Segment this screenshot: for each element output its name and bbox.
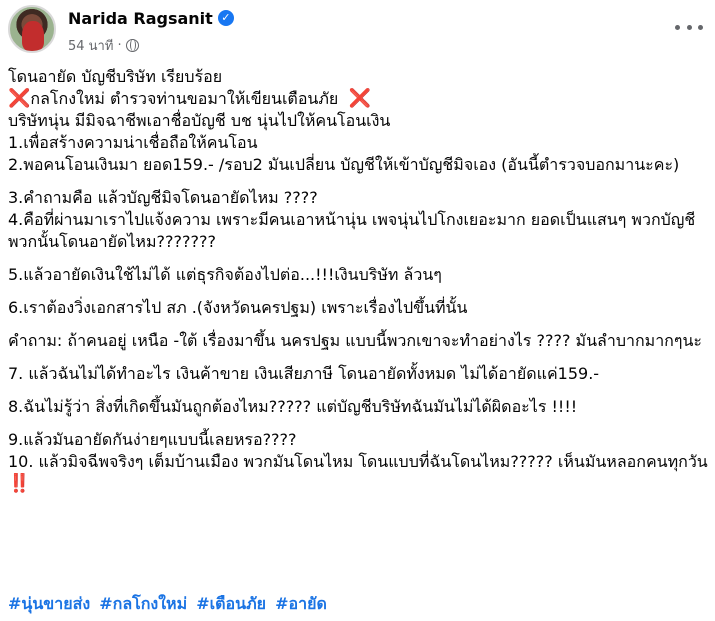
verified-badge-icon: ✓ — [217, 10, 234, 26]
cross-mark-icon: ❌ — [8, 88, 31, 109]
post-header: Narida Ragsanit ✓ 54 นาที · — [8, 5, 707, 59]
post-line: โดนอายัด บัญชีบริษัท เรียบร้อย — [8, 67, 223, 86]
cross-mark-icon: ❌ — [348, 88, 371, 109]
post-line: ❌กลโกงใหม่ ตำรวจท่านขอมาให้เขียนเตือนภัย… — [8, 88, 708, 110]
post-line: 5.แล้วอายัดเงินใช้ไม่ได้ แต่ธุรกิจต้องไป… — [8, 265, 442, 284]
post-line: 3.คำถามคือ แล้วบัญชีมิจโดนอายัดไหม ???? — [8, 188, 318, 207]
facebook-post: Narida Ragsanit ✓ 54 นาที · โดนอายัด บัญ… — [0, 0, 715, 621]
post-line-text: 10. แล้วมิจฉีพจริงๆ เต็มบ้านเมือง พวกมัน… — [8, 452, 708, 471]
post-timestamp[interactable]: 54 นาที — [68, 35, 113, 56]
globe-icon[interactable] — [125, 38, 139, 52]
post-line: 6.เราต้องวิ่งเอกสารไป สภ .(จังหวัดนครปฐม… — [8, 298, 468, 317]
post-line: 10. แล้วมิจฉีพจริงๆ เต็มบ้านเมือง พวกมัน… — [8, 451, 708, 495]
author-avatar[interactable] — [8, 5, 56, 53]
post-line: 8.ฉันไม่รู้ว่า สิ่งที่เกิดขึ้นมันถูกต้อง… — [8, 397, 578, 416]
more-options-button[interactable] — [675, 17, 703, 37]
post-line-text: กลโกงใหม่ ตำรวจท่านขอมาให้เขียนเตือนภัย — [30, 89, 339, 108]
hashtag-row: #นุ่นขายส่ง #กลโกงใหม่ #เตือนภัย #อายัด — [8, 593, 708, 615]
post-meta: 54 นาที · — [68, 35, 139, 55]
post-line: บริษัทนุ่น มีมิจฉาชีพเอาชื่อบัญชี บช นุ่… — [8, 111, 391, 130]
hashtag-link[interactable]: #นุ่นขายส่ง — [8, 594, 90, 613]
double-exclamation-icon: ‼️ — [8, 473, 31, 494]
meta-separator: · — [117, 37, 122, 53]
post-line: 7. แล้วฉันไม่ได้ทำอะไร เงินค้าขาย เงินเส… — [8, 364, 600, 383]
post-line: คำถาม: ถ้าคนอยู่ เหนือ -ใต้ เรื่องมาขึ้น… — [8, 331, 702, 350]
hashtag-link[interactable]: #อายัด — [275, 594, 327, 613]
hashtag-link[interactable]: #กลโกงใหม่ — [99, 594, 187, 613]
more-options-icon — [675, 24, 680, 30]
author-row: Narida Ragsanit ✓ — [68, 6, 234, 30]
post-body: โดนอายัด บัญชีบริษัท เรียบร้อย ❌กลโกงใหม… — [8, 66, 708, 495]
author-name[interactable]: Narida Ragsanit — [68, 9, 213, 28]
post-line: 1.เพื่อสร้างความน่าเชื่อถือให้คนโอน — [8, 133, 258, 152]
post-line: 2.พอคนโอนเงินมา ยอด159.- /รอบ2 มันเปลี่ย… — [8, 155, 680, 174]
post-line: 4.คือที่ผ่านมาเราไปแจ้งความ เพราะมีคนเอา… — [8, 210, 696, 251]
post-line: 9.แล้วมันอายัดกันง่ายๆแบบนี้เลยหรอ???? — [8, 430, 297, 449]
hashtag-link[interactable]: #เตือนภัย — [196, 594, 266, 613]
